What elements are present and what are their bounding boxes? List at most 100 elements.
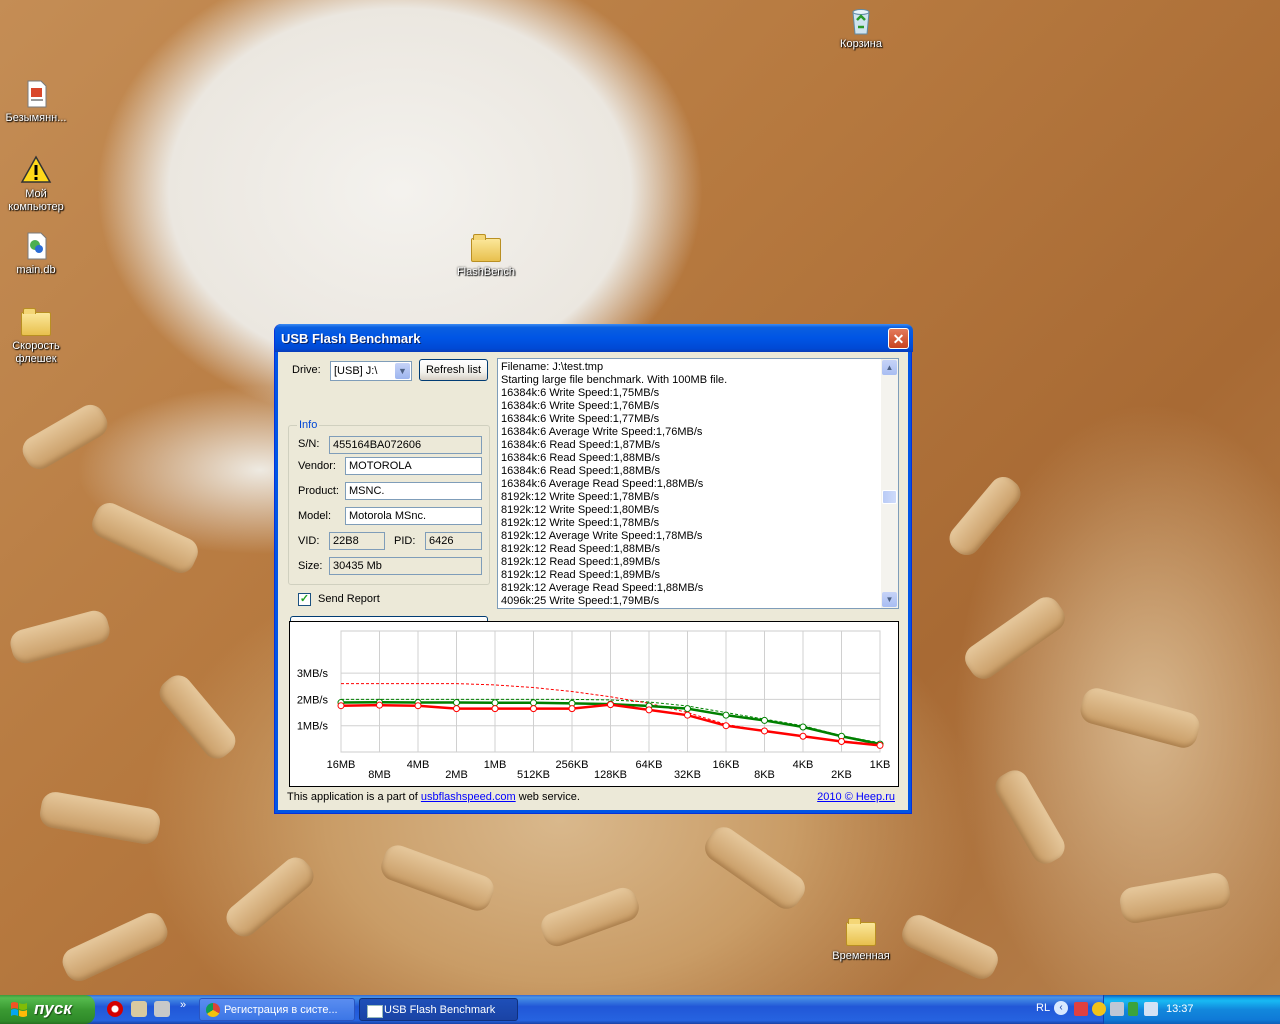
flashbench-folder-icon[interactable]: FlashBench <box>448 232 524 279</box>
x-tick-label: 4MB <box>407 759 430 771</box>
printer-icon[interactable] <box>1110 1002 1124 1016</box>
log-line: 8192k:12 Write Speed:1,78MB/s <box>501 491 660 503</box>
data-point-write <box>722 722 730 730</box>
tool-icon[interactable] <box>154 1001 170 1017</box>
log-line: 16384k:6 Read Speed:1,88MB/s <box>501 452 661 464</box>
signal-icon[interactable] <box>1128 1002 1138 1016</box>
model-field[interactable]: Motorola MSnc. <box>345 507 482 525</box>
chevron-down-icon[interactable]: ▼ <box>395 363 410 379</box>
temp-folder-icon[interactable]: Временная <box>823 916 899 963</box>
log-line: 16384k:6 Write Speed:1,77MB/s <box>501 413 660 425</box>
shield-icon[interactable] <box>1092 1002 1106 1016</box>
scroll-down-icon[interactable]: ▼ <box>882 592 897 607</box>
usbflashspeed-link[interactable]: usbflashspeed.com <box>421 791 516 803</box>
windows-flag-icon <box>11 1002 27 1017</box>
footer-suffix: web service. <box>515 791 580 803</box>
pid-field[interactable]: 6426 <box>425 532 482 550</box>
desktop-icon-label: Скорость флешек <box>12 340 60 365</box>
data-point-write <box>414 702 422 710</box>
language-indicator[interactable]: RL <box>1036 1002 1050 1014</box>
vendor-field[interactable]: MOTOROLA <box>345 457 482 475</box>
footer-prefix: This application is a part of <box>287 791 421 803</box>
log-line: 16384k:6 Write Speed:1,75MB/s <box>501 387 660 399</box>
data-point-write <box>761 727 768 735</box>
send-report-label: Send Report <box>318 593 380 605</box>
chevron-left-icon[interactable]: ‹ <box>1054 1001 1068 1015</box>
x-tick-label: 8KB <box>754 769 775 781</box>
pid-label: PID: <box>394 535 416 547</box>
desktop-icon-label: Корзина <box>840 38 882 50</box>
checkmark-icon: ✓ <box>299 593 310 605</box>
copyright-link[interactable]: 2010 © Heep.ru <box>817 791 895 803</box>
network-icon[interactable] <box>1074 1002 1088 1016</box>
vendor-label: Vendor: <box>298 460 336 472</box>
log-line: 16384k:6 Average Read Speed:1,88MB/s <box>501 478 704 490</box>
data-point-write <box>607 701 614 709</box>
log-line: 4096k:25 Write Speed:1,79MB/s <box>501 595 660 607</box>
log-textbox[interactable]: Filename: J:\test.tmp Starting large file… <box>497 358 899 609</box>
log-line: 8192k:12 Read Speed:1,89MB/s <box>501 569 661 581</box>
window-client: Drive: [USB] J:\ ▼ Refresh list Info S/N… <box>279 352 907 810</box>
x-tick-label: 64KB <box>636 759 663 771</box>
log-line: 16384k:6 Write Speed:1,76MB/s <box>501 400 660 412</box>
log-line: 8192k:12 Write Speed:1,78MB/s <box>501 517 660 529</box>
log-line: 8192k:12 Average Read Speed:1,88MB/s <box>501 582 704 594</box>
task-registration[interactable]: Регистрация в систе... <box>199 998 355 1021</box>
title-bar[interactable]: USB Flash Benchmark ✕ <box>275 324 913 352</box>
drive-select[interactable]: [USB] J:\ ▼ <box>330 361 412 381</box>
scroll-up-icon[interactable]: ▲ <box>882 360 897 375</box>
size-field[interactable]: 30435 Mb <box>329 557 482 575</box>
send-report-checkbox[interactable]: ✓ <box>298 593 311 606</box>
data-point-read <box>453 699 460 707</box>
scrollbar-thumb[interactable] <box>882 490 897 504</box>
x-tick-label: 16MB <box>327 759 356 771</box>
y-tick-label: 1MB/s <box>297 721 329 733</box>
desktop-icon-label: Безымянн... <box>5 112 67 124</box>
main-db-icon[interactable]: main.db <box>0 230 74 277</box>
x-tick-label: 4KB <box>793 759 814 771</box>
chrome-icon <box>206 1003 220 1017</box>
data-point-write <box>876 741 884 749</box>
log-line: 16384k:6 Read Speed:1,87MB/s <box>501 439 661 451</box>
recycle-bin-icon[interactable]: Корзина <box>823 4 899 51</box>
data-point-write <box>799 732 807 740</box>
clock: 13:37 <box>1166 1003 1194 1015</box>
product-label: Product: <box>298 485 339 497</box>
x-tick-label: 2MB <box>445 769 468 781</box>
app-icon[interactable] <box>131 1001 147 1017</box>
data-point-write <box>568 705 576 713</box>
my-computer-icon[interactable]: Мой компьютер <box>0 154 74 214</box>
data-point-write <box>453 705 460 713</box>
data-point-read <box>761 716 768 724</box>
log-scrollbar[interactable]: ▲ ▼ <box>881 359 898 608</box>
desktop-icon-label: Временная <box>832 950 890 962</box>
data-point-write <box>376 701 383 709</box>
x-tick-label: 128KB <box>594 769 627 781</box>
sn-field[interactable]: 455164BA072606 <box>329 436 482 454</box>
start-button[interactable]: пуск <box>0 995 95 1024</box>
info-legend: Info <box>297 419 320 431</box>
x-tick-label: 32KB <box>674 769 701 781</box>
x-tick-label: 512KB <box>517 769 550 781</box>
data-point-write <box>530 705 537 713</box>
data-point-read <box>684 705 691 713</box>
device-icon[interactable] <box>1144 1002 1158 1016</box>
data-point-read <box>530 699 537 707</box>
x-tick-label: 16KB <box>713 759 740 771</box>
close-button[interactable]: ✕ <box>888 328 909 349</box>
task-usb-flash-benchmark[interactable]: USB Flash Benchmark <box>359 998 518 1021</box>
folder-icon <box>471 234 501 262</box>
log-lines: Filename: J:\test.tmp Starting large file… <box>501 361 881 608</box>
opera-icon[interactable] <box>107 1001 123 1017</box>
chevron-right-icon[interactable]: » <box>180 999 186 1011</box>
vid-field[interactable]: 22B8 <box>329 532 385 550</box>
footer-text: This application is a part of usbflashsp… <box>287 791 580 803</box>
product-field[interactable]: MSNC. <box>345 482 482 500</box>
log-line: 16384k:6 Read Speed:1,88MB/s <box>501 465 661 477</box>
task-label: Регистрация в систе... <box>224 1004 338 1016</box>
sn-label: S/N: <box>298 438 320 450</box>
flash-speed-folder-icon[interactable]: Скорость флешек <box>0 306 74 366</box>
document-file-icon[interactable]: Безымянн... <box>0 78 74 125</box>
log-line: 8192k:12 Write Speed:1,80MB/s <box>501 504 660 516</box>
refresh-list-button[interactable]: Refresh list <box>419 359 488 381</box>
